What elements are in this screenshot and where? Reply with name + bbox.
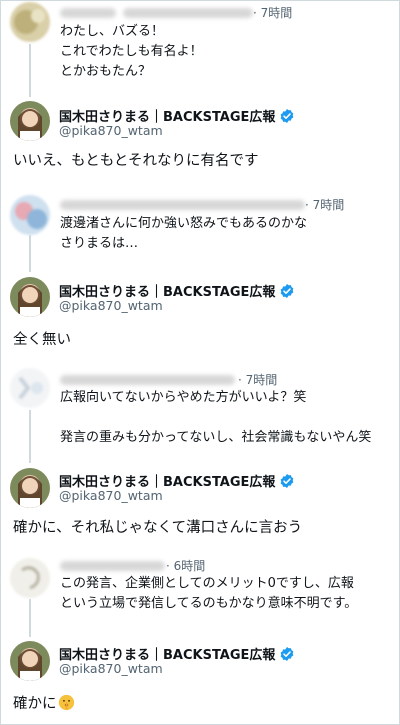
reply-author-name-blurred[interactable] (60, 8, 116, 18)
reply-avatar[interactable] (10, 2, 50, 42)
author-handle[interactable]: @pika870_wtam (59, 661, 163, 676)
thread-connector-line (29, 410, 31, 463)
thread-connector-line (29, 599, 31, 637)
reply-timestamp[interactable]: · 7時間 (305, 196, 344, 213)
author-handle[interactable]: @pika870_wtam (59, 488, 163, 503)
author-response: 確かに (13, 693, 75, 715)
thread-connector-line (29, 235, 31, 272)
reply-author-name-blurred[interactable] (60, 375, 235, 385)
reply-avatar[interactable] (10, 195, 50, 235)
reply-avatar[interactable] (10, 558, 50, 598)
reply-timestamp[interactable]: · 7時間 (238, 371, 277, 388)
author-response-text: 確かに (13, 696, 57, 712)
reply-text: 広報向いてないからやめた方がいいよ？笑 発言の重みも分かってないし、社会常識もな… (60, 390, 372, 445)
author-handle[interactable]: @pika870_wtam (59, 123, 163, 138)
author-response-text: 全く無い (13, 332, 71, 348)
reply-timestamp[interactable]: · 7時間 (253, 4, 292, 21)
author-avatar[interactable] (10, 101, 50, 141)
reply-text: 渡邊渚さんに何か強い怒みでもあるのかな さりまるは… (60, 216, 308, 251)
verified-badge-icon (281, 108, 294, 123)
author-avatar[interactable] (10, 468, 50, 508)
reply-text: わたし、バズる！ これでわたしも有名よ！ とかおもたん？ (60, 24, 203, 79)
author-avatar[interactable] (10, 277, 50, 317)
author-response-text: いいえ、もともとそれなりに有名です (13, 153, 259, 169)
verified-badge-icon (281, 473, 294, 488)
author-handle[interactable]: @pika870_wtam (59, 298, 163, 313)
author-response-text: 確かに、それ私じゃなくて溝口さんに言おう (13, 520, 303, 536)
author-avatar[interactable] (10, 641, 50, 681)
reply-avatar[interactable] (10, 368, 50, 408)
thread-connector-line (29, 44, 31, 97)
reply-author-name-blurred[interactable] (60, 200, 305, 210)
reply-timestamp[interactable]: · 6時間 (166, 557, 205, 574)
reply-author-handle-blurred[interactable] (123, 8, 253, 18)
reply-text: この発言、企業側としてのメリット0ですし、広報 という立場で発信してるのもかなり… (60, 576, 358, 611)
reply-author-name-blurred[interactable] (60, 561, 165, 571)
verified-badge-icon (281, 283, 294, 298)
verified-badge-icon (281, 646, 294, 661)
shushing-face-emoji (58, 694, 74, 711)
